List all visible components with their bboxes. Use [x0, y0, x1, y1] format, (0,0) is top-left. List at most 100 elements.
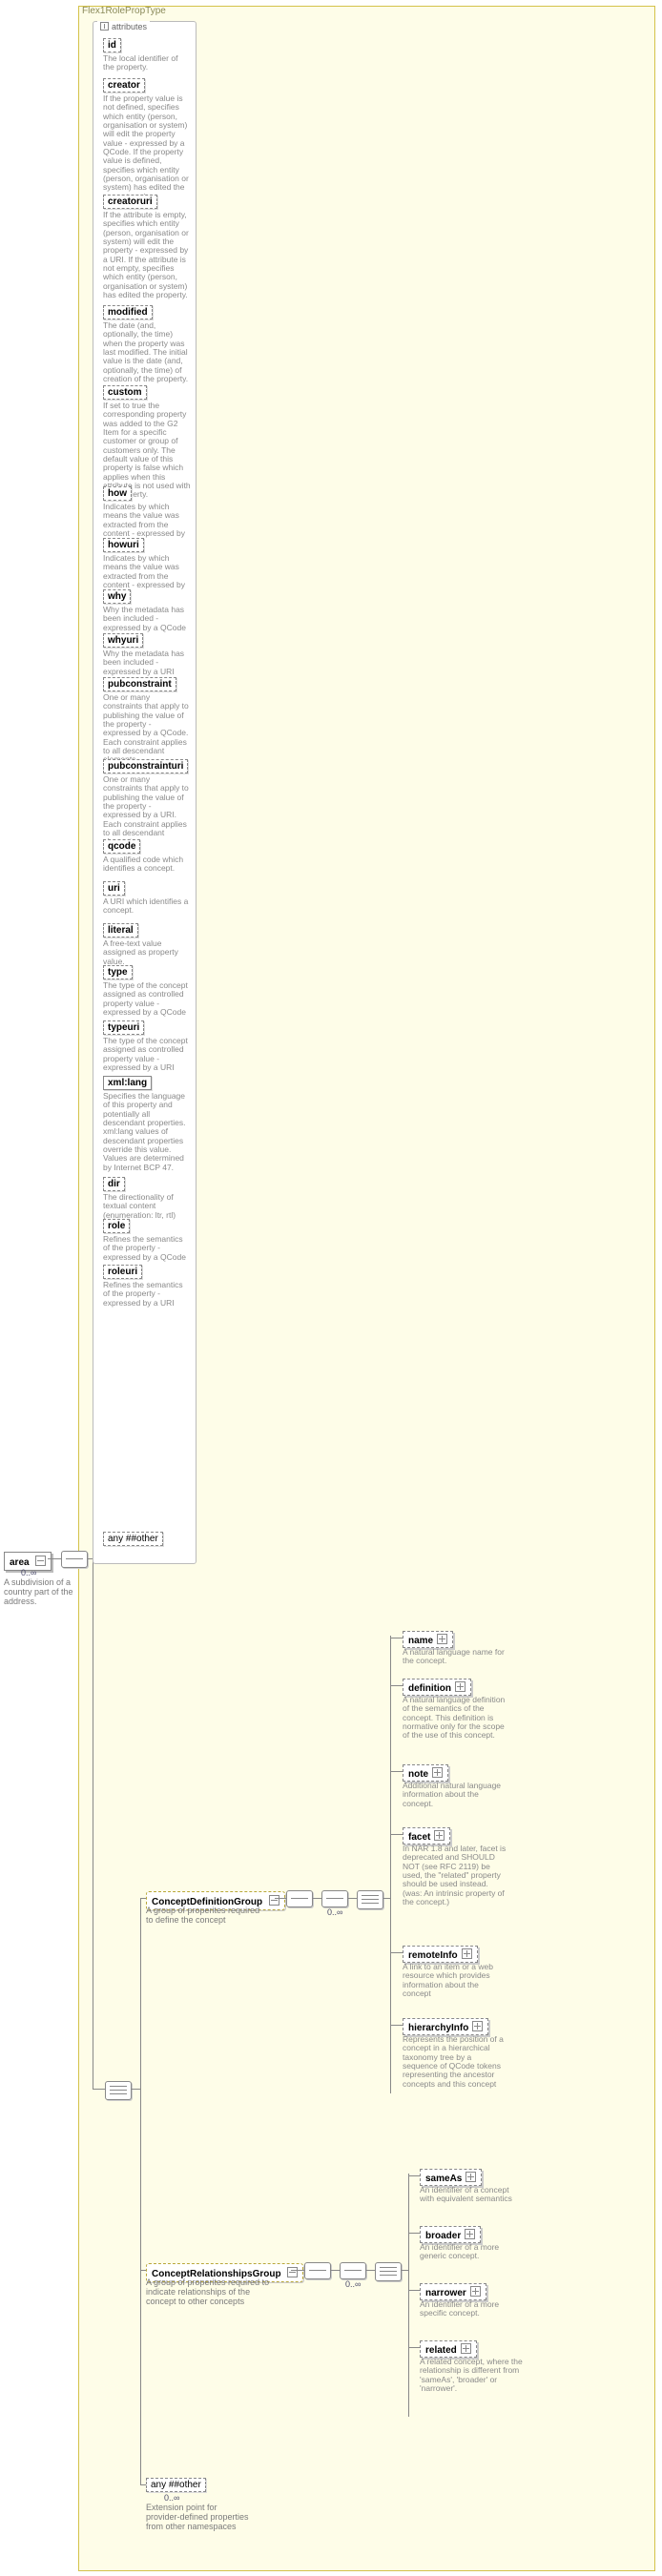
root-cardinality: 0..∞: [21, 1568, 36, 1577]
node-desc: In NAR 1.8 and later, facet is deprecate…: [403, 1844, 507, 1906]
attr-creator: creatorIf the property value is not defi…: [103, 78, 187, 201]
node-label: remoteInfo: [408, 1950, 458, 1961]
attr-roleuri: roleuriRefines the semantics of the prop…: [103, 1265, 187, 1308]
plus-icon[interactable]: [462, 1948, 472, 1959]
attr-name[interactable]: literal: [103, 923, 138, 938]
node-label: broader: [425, 2231, 461, 2241]
node-remoteInfo[interactable]: remoteInfo: [403, 1946, 478, 1963]
node-facet[interactable]: facet: [403, 1827, 450, 1844]
relationships-choice: [375, 2262, 402, 2281]
attr-pubconstrainturi: pubconstrainturiOne or many constraints …: [103, 759, 187, 847]
attr-pubconstraint: pubconstraintOne or many constraints tha…: [103, 677, 187, 765]
root-element-name: area: [10, 1557, 30, 1568]
attr-uri: uriA URI which identifies a concept.: [103, 881, 187, 916]
main-choice: [105, 2081, 132, 2100]
node-desc: A natural language name for the concept.: [403, 1648, 507, 1666]
attr-name[interactable]: howuri: [103, 538, 144, 552]
definition-sequence2: [321, 1890, 348, 1907]
plus-icon[interactable]: [461, 2343, 471, 2354]
attributes-title-label: attributes: [112, 22, 147, 31]
attr-name[interactable]: typeuri: [103, 1020, 144, 1035]
any-other-element: any ##other: [146, 2478, 206, 2492]
attr-name[interactable]: uri: [103, 881, 125, 896]
attr-desc: The type of the concept assigned as cont…: [103, 979, 191, 1017]
minus-icon[interactable]: [35, 1556, 46, 1566]
node-definition[interactable]: definition: [403, 1679, 471, 1696]
node-name[interactable]: name: [403, 1631, 453, 1648]
attr-modified: modifiedThe date (and, optionally, the t…: [103, 305, 187, 383]
attributes-title[interactable]: attributes: [97, 21, 150, 31]
node-label: sameAs: [425, 2174, 462, 2184]
attr-custom: customIf set to true the corresponding p…: [103, 385, 187, 500]
attr-desc: If set to true the corresponding propert…: [103, 400, 191, 500]
attr-desc: If the attribute is empty, specifies whi…: [103, 209, 191, 299]
attr-name[interactable]: whyuri: [103, 633, 143, 648]
node-desc: Represents the position of a concept in …: [403, 2035, 507, 2089]
node-hierarchyInfo[interactable]: hierarchyInfo: [403, 2018, 488, 2035]
attr-desc: Why the metadata has been included - exp…: [103, 604, 191, 632]
attr-name[interactable]: pubconstrainturi: [103, 759, 188, 773]
attr-id: idThe local identifier of the property.: [103, 38, 187, 72]
definition-sequence1: [286, 1890, 313, 1907]
relationships-seq-card: 0..∞: [345, 2279, 361, 2289]
node-sameAs[interactable]: sameAs: [420, 2169, 482, 2186]
attr-name[interactable]: modified: [103, 305, 153, 319]
plus-icon[interactable]: [437, 1634, 447, 1644]
node-desc: An identifier of a concept with equivale…: [420, 2186, 525, 2204]
plus-icon[interactable]: [465, 2172, 476, 2182]
attr-name[interactable]: how: [103, 486, 132, 501]
plus-icon[interactable]: [465, 2229, 475, 2239]
plus-icon[interactable]: [432, 1767, 443, 1778]
attr-why: whyWhy the metadata has been included - …: [103, 589, 187, 632]
node-broader[interactable]: broader: [420, 2226, 481, 2243]
attr-role: roleRefines the semantics of the propert…: [103, 1219, 187, 1262]
node-label: definition: [408, 1683, 451, 1694]
attr-desc: A free-text value assigned as property v…: [103, 938, 191, 966]
attr-name[interactable]: id: [103, 38, 121, 52]
attr-desc: If the property value is not defined, sp…: [103, 93, 191, 201]
node-narrower[interactable]: narrower: [420, 2283, 486, 2300]
root-help: A subdivision of a country part of the a…: [4, 1578, 82, 1607]
node-desc: An identifier of a more generic concept.: [420, 2243, 525, 2261]
node-label: facet: [408, 1832, 430, 1843]
attr-name[interactable]: why: [103, 589, 131, 604]
attr-desc: Refines the semantics of the property - …: [103, 1233, 191, 1262]
node-label: note: [408, 1769, 428, 1780]
relationships-sequence1: [304, 2262, 331, 2279]
node-label: hierarchyInfo: [408, 2023, 468, 2033]
plus-icon[interactable]: [472, 2021, 483, 2031]
attr-desc: A URI which identifies a concept.: [103, 896, 191, 916]
attr-name[interactable]: dir: [103, 1177, 125, 1191]
area-sequence: [61, 1551, 88, 1568]
attr-desc: A qualified code which identifies a conc…: [103, 854, 191, 874]
plus-icon[interactable]: [455, 1681, 465, 1692]
attr-name[interactable]: qcode: [103, 839, 140, 854]
node-label: narrower: [425, 2288, 466, 2298]
node-label: related: [425, 2345, 457, 2356]
attr-name[interactable]: role: [103, 1219, 130, 1233]
plus-icon[interactable]: [434, 1830, 445, 1841]
attr-name[interactable]: creatoruri: [103, 195, 157, 209]
attr-desc: The local identifier of the property.: [103, 52, 191, 72]
attr-name[interactable]: custom: [103, 385, 147, 400]
node-label: name: [408, 1636, 433, 1646]
minus-icon[interactable]: [269, 1895, 279, 1906]
node-related[interactable]: related: [420, 2340, 477, 2358]
plus-icon[interactable]: [470, 2286, 481, 2297]
attr-creatoruri: creatoruriIf the attribute is empty, spe…: [103, 195, 187, 299]
node-desc: A natural language definition of the sem…: [403, 1696, 507, 1741]
attr-name[interactable]: pubconstraint: [103, 677, 176, 691]
attr-desc: Refines the semantics of the property - …: [103, 1279, 191, 1308]
attr-desc: The date (and, optionally, the time) whe…: [103, 319, 191, 383]
node-note[interactable]: note: [403, 1764, 448, 1782]
relationships-sequence2: [340, 2262, 366, 2279]
node-desc: A related concept, where the relationshi…: [420, 2358, 525, 2393]
attr-name[interactable]: roleuri: [103, 1265, 142, 1279]
group-concept-relationships-help: A group of properites required to indica…: [146, 2278, 270, 2307]
minus-icon[interactable]: [287, 2267, 298, 2277]
attr-name[interactable]: xml:lang: [103, 1076, 152, 1090]
node-desc: An identifier of a more specific concept…: [420, 2300, 525, 2318]
attr-name[interactable]: creator: [103, 78, 145, 93]
attr-name[interactable]: type: [103, 965, 133, 979]
attr-desc: Specifies the language of this property …: [103, 1090, 191, 1172]
